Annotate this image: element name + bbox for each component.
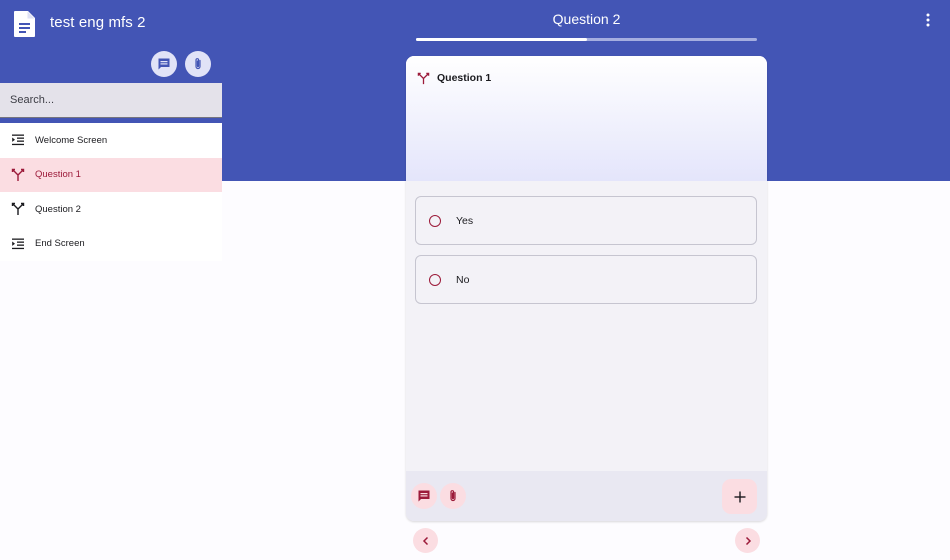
app-title: test eng mfs 2 <box>50 14 146 31</box>
sidebar-item-end-screen[interactable]: End Screen <box>0 226 222 261</box>
sidebar-item-label: Welcome Screen <box>35 134 108 146</box>
screen-icon <box>12 238 24 249</box>
question-title: Question 1 <box>437 72 492 84</box>
card-attachment-button[interactable] <box>440 483 466 509</box>
progress-fill <box>416 38 587 41</box>
card-header: Question 1 <box>406 56 767 181</box>
sidebar-item-label: Question 1 <box>35 169 81 181</box>
question-card: Question 1 Yes No <box>406 56 767 521</box>
document-icon <box>14 11 35 37</box>
branch-icon <box>11 203 25 216</box>
comment-icon <box>418 490 430 502</box>
comment-icon <box>158 58 170 70</box>
screen-icon <box>12 134 24 146</box>
attachment-button[interactable] <box>185 51 211 77</box>
sidebar-item-question-1[interactable]: Question 1 <box>0 157 222 192</box>
chevron-left-icon <box>422 536 428 545</box>
radio-button[interactable] <box>429 214 441 227</box>
card-footer <box>406 471 767 521</box>
next-button[interactable] <box>735 528 760 553</box>
option-label: No <box>456 273 470 286</box>
sidebar-item-label: End Screen <box>35 238 85 250</box>
radio-button[interactable] <box>429 273 441 286</box>
paperclip-icon <box>450 490 456 502</box>
previous-button[interactable] <box>413 528 438 553</box>
option-label: Yes <box>456 214 474 227</box>
option-no[interactable]: No <box>415 255 757 304</box>
sidebar-item-question-2[interactable]: Question 2 <box>0 192 222 227</box>
search-field[interactable] <box>0 83 222 118</box>
add-button[interactable] <box>722 479 757 514</box>
sidebar-list: Welcome Screen Question 1 Question 2 End… <box>0 123 222 261</box>
sidebar-item-label: Question 2 <box>35 203 81 215</box>
search-input[interactable] <box>10 94 210 106</box>
branch-icon <box>11 168 25 181</box>
chevron-right-icon <box>745 536 751 545</box>
card-comment-button[interactable] <box>411 483 437 509</box>
option-yes[interactable]: Yes <box>415 196 757 245</box>
progress-bar <box>416 38 757 41</box>
page-title: Question 2 <box>552 11 621 27</box>
comments-button[interactable] <box>151 51 177 77</box>
sidebar-item-welcome-screen[interactable]: Welcome Screen <box>0 123 222 158</box>
branch-icon <box>417 72 430 85</box>
plus-icon <box>734 491 745 502</box>
paperclip-icon <box>195 58 201 70</box>
more-vert-icon[interactable] <box>921 12 935 28</box>
